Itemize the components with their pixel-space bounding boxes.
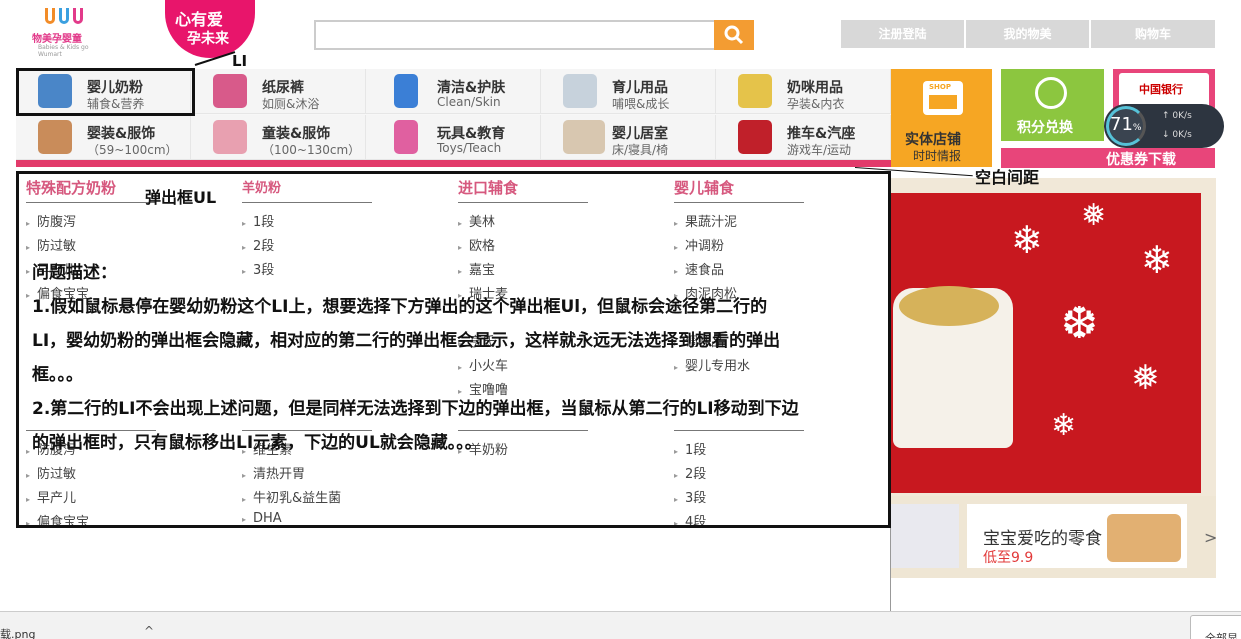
search-input[interactable] — [316, 22, 714, 48]
category-title: 育儿用品 — [612, 80, 668, 96]
speed-monitor-widget[interactable]: 71% ↑ 0K/s ↓ 0K/s — [1104, 104, 1224, 148]
download-bar: 载.png ^ 全部显 — [0, 611, 1241, 639]
category-li-cleaning[interactable]: 清洁&护肤 Clean/Skin — [366, 69, 541, 114]
gap-annotation-label: 空白间距 — [975, 168, 1040, 187]
category-li-baby-care[interactable]: 育儿用品 哺喂&成长 — [541, 69, 716, 114]
snowflake-icon: ❄ — [1141, 238, 1173, 282]
nav-divider — [16, 160, 891, 167]
search-button[interactable] — [714, 20, 754, 50]
category-title: 奶咪用品 — [787, 80, 843, 96]
category-title: 玩具&教育 — [437, 126, 506, 142]
points-exchange-tile[interactable]: 积分兑换 — [1001, 69, 1104, 141]
diaper-pack-icon — [213, 74, 247, 108]
category-sub: （100~130cm） — [262, 143, 361, 157]
category-li-kids-clothing[interactable]: 童装&服饰 （100~130cm） — [191, 115, 366, 160]
category-sub: 游戏车/运动 — [787, 143, 852, 157]
category-sub: 哺喂&成长 — [612, 97, 670, 111]
christmas-banner[interactable]: ❄ ❅ ❄ ❆ ❅ ❄ — [891, 178, 1216, 496]
ul-annotation-label: 弹出框UL — [145, 188, 217, 207]
stroller-icon — [738, 120, 772, 154]
category-title: 纸尿裤 — [262, 80, 304, 96]
category-li-toys[interactable]: 玩具&教育 Toys/Teach — [366, 115, 541, 160]
smiley-icon — [1035, 77, 1067, 109]
problem-line: 的弹出框时，只有鼠标移出LI元素，下边的UL就会隐藏。。。 — [32, 433, 482, 453]
bank-name: 中国银行 — [1139, 83, 1183, 96]
login-register-link[interactable]: 注册登陆 — [841, 20, 964, 48]
girl-dress-icon — [213, 120, 247, 154]
problem-line: 2.第二行的LI不会出现上述问题，但是同样无法选择到下边的弹出框，当鼠标从第二行… — [32, 399, 799, 419]
search-box — [314, 20, 754, 50]
store-title: 实体店铺 — [905, 132, 961, 148]
li-annotation-frame — [16, 68, 195, 116]
coupon-label: 优惠券下载 — [1106, 152, 1176, 168]
category-title: 婴装&服饰 — [87, 126, 156, 142]
show-all-label: 全部显 — [1205, 632, 1238, 639]
slogan-badge: 心有爱 孕未来 — [165, 0, 255, 58]
my-wumart-link[interactable]: 我的物美 — [966, 20, 1089, 48]
snowflake-icon: ❅ — [1081, 198, 1107, 233]
logo-name: 物美孕婴童 — [32, 34, 82, 45]
snowflake-icon: ❄ — [1051, 408, 1077, 443]
search-icon — [724, 25, 744, 45]
problem-line: LI，婴幼奶粉的弹出框会隐藏，相对应的第二行的弹出框会显示，这样就永远无法选择到… — [32, 331, 781, 351]
category-li-mom-products[interactable]: 奶咪用品 孕装&内衣 — [716, 69, 891, 114]
problem-title: 问题描述： — [32, 263, 117, 283]
slogan-line2: 孕未来 — [187, 31, 229, 47]
category-sub: Clean/Skin — [437, 95, 501, 109]
store-sub: 时时情报 — [913, 149, 962, 163]
category-li-nursery[interactable]: 婴儿居室 床/寝具/椅 — [541, 115, 716, 160]
category-li-diapers[interactable]: 纸尿裤 如厕&沐浴 — [191, 69, 366, 114]
logo-mark-icon — [45, 2, 85, 32]
chevron-up-icon[interactable]: ^ — [144, 624, 154, 638]
usage-percent: 71% — [1110, 114, 1142, 135]
site-logo[interactable]: 物美孕婴童 Babies & Kids go Wumart — [20, 0, 110, 58]
category-sub: Toys/Teach — [437, 141, 502, 155]
snack-promo[interactable]: 宝宝爱吃的零食 低至9.9 — [967, 504, 1187, 568]
physical-store-tile[interactable]: SHOP 实体店铺 时时情报 — [891, 69, 992, 167]
feeding-bottle-icon — [563, 74, 597, 108]
category-li-strollers[interactable]: 推车&汽座 游戏车/运动 — [716, 115, 891, 160]
category-sub: 孕装&内衣 — [787, 97, 845, 111]
toy-seahorse-icon — [394, 120, 418, 154]
problem-line: 1.假如鼠标悬停在婴幼奶粉这个LI上，想要选择下方弹出的这个弹出框Ul，但鼠标会… — [32, 297, 768, 317]
promo-strip: 宝宝爱吃的零食 低至9.9 — [891, 496, 1216, 578]
upload-speed: ↑ 0K/s — [1162, 111, 1192, 121]
category-sub: 床/寝具/椅 — [612, 143, 669, 157]
baby-clothes-icon — [38, 120, 72, 154]
category-title: 童装&服饰 — [262, 126, 331, 142]
snowflake-icon: ❅ — [1131, 358, 1160, 398]
category-sub: 如厕&沐浴 — [262, 97, 320, 111]
lotion-bottle-icon — [394, 74, 418, 108]
logo-sub: Babies & Kids go Wumart — [38, 44, 89, 58]
snack-image — [1107, 514, 1181, 562]
category-li-infant-clothing[interactable]: 婴装&服饰 （59~100cm） — [16, 115, 191, 160]
category-title: 婴儿居室 — [612, 126, 668, 142]
crib-icon — [563, 120, 605, 154]
slogan-line1: 心有爱 — [175, 10, 224, 29]
snowflake-icon: ❄ — [1011, 218, 1043, 262]
problem-line: 框。。。 — [32, 365, 83, 385]
category-title: 清洁&护肤 — [437, 80, 506, 96]
category-title: 推车&汽座 — [787, 126, 856, 142]
category-sub: （59~100cm） — [87, 143, 178, 157]
download-speed: ↓ 0K/s — [1162, 130, 1192, 140]
breast-pump-icon — [738, 74, 772, 108]
cart-link[interactable]: 购物车 — [1091, 20, 1215, 48]
shop-icon: SHOP — [923, 81, 963, 115]
snowflake-icon: ❆ — [1061, 298, 1098, 349]
li-annotation-label: LI — [232, 52, 248, 70]
download-file-name[interactable]: 载.png — [0, 626, 35, 639]
show-all-button[interactable]: 全部显 — [1190, 615, 1241, 639]
next-arrow-icon[interactable]: > — [1204, 528, 1217, 547]
formula-can-lid — [899, 286, 999, 326]
snack-price: 低至9.9 — [983, 550, 1034, 566]
diaper-promo-thumb[interactable] — [891, 504, 959, 568]
points-label: 积分兑换 — [1017, 120, 1073, 136]
snack-title: 宝宝爱吃的零食 — [983, 529, 1102, 549]
